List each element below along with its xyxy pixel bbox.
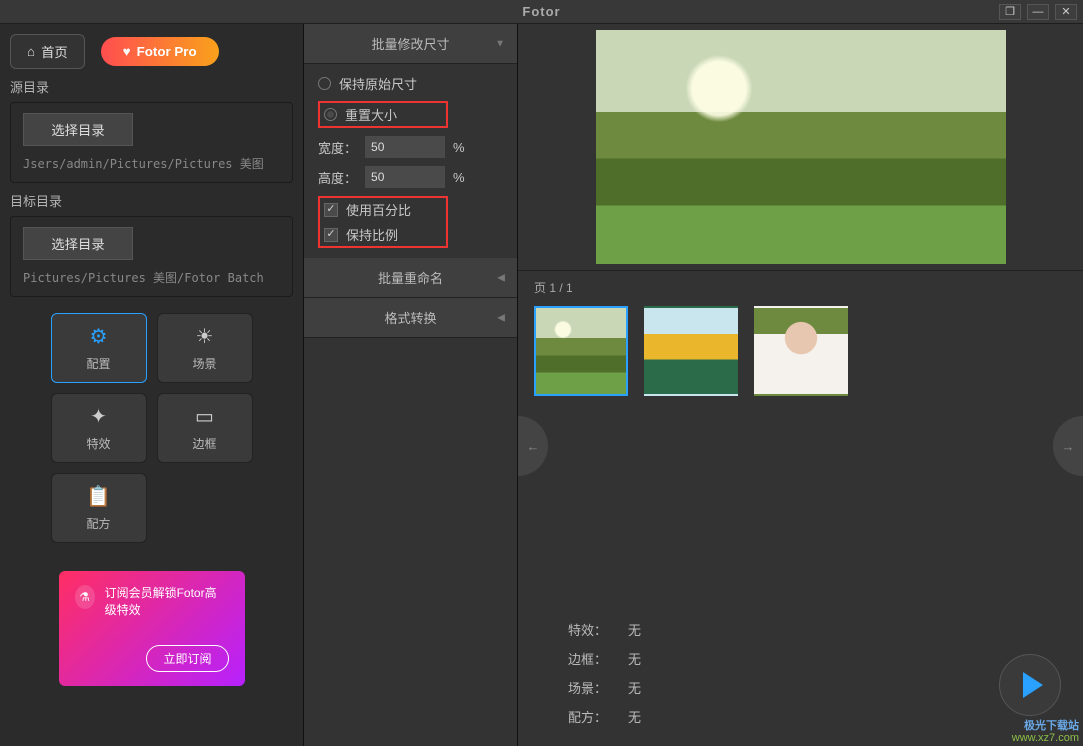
use-percent-label: 使用百分比 (346, 200, 411, 219)
checkbox-icon (324, 203, 338, 217)
play-icon (1023, 672, 1043, 698)
flask-icon: ⚗ (75, 585, 95, 609)
tool-config[interactable]: ⚙ 配置 (51, 313, 147, 383)
tool-grid: ⚙ 配置 ☀ 场景 ✦ 特效 ▭ 边框 📋 配方 (51, 313, 253, 543)
left-panel: ⌂ 首页 ♥ Fotor Pro 源目录 选择目录 目标目录 选择目录 (0, 24, 304, 746)
preview-panel: 页 1 / 1 ← → 特效： 无 边框： 无 场景： 无 配方： 无 (518, 24, 1083, 746)
tool-config-label: 配置 (86, 355, 110, 372)
source-dir-label: 源目录 (10, 77, 293, 96)
home-icon: ⌂ (27, 44, 35, 59)
width-row: 宽度： % (318, 136, 503, 158)
preview-image (596, 30, 1006, 264)
highlight-reset-size: 重置大小 (318, 101, 448, 128)
heart-icon: ♥ (123, 44, 131, 59)
format-accordion-header[interactable]: 格式转换 ◀ (304, 298, 517, 338)
summary-scene-val: 无 (628, 678, 688, 697)
frame-icon: ▭ (195, 404, 214, 429)
clipboard-icon: 📋 (86, 484, 111, 509)
source-path-field[interactable] (23, 154, 280, 172)
subscribe-button[interactable]: 立即订阅 (146, 645, 228, 672)
tool-frame-label: 边框 (192, 435, 216, 452)
tool-scene-label: 场景 (192, 355, 216, 372)
sun-icon: ☀ (196, 324, 214, 349)
run-batch-button[interactable] (999, 654, 1061, 716)
window-restore-button[interactable]: ❐ (999, 4, 1021, 20)
target-path-field[interactable] (23, 268, 280, 286)
summary-recipe-key: 配方： (568, 707, 628, 726)
target-dir-label: 目标目录 (10, 191, 293, 210)
width-label: 宽度： (318, 138, 357, 157)
checkbox-use-percent[interactable]: 使用百分比 (324, 200, 442, 219)
home-button[interactable]: ⌂ 首页 (10, 34, 85, 69)
resize-accordion-body: 保持原始尺寸 重置大小 宽度： % 高度： % 使 (304, 64, 517, 258)
arrow-right-icon: → (1062, 439, 1075, 454)
resize-header-label: 批量修改尺寸 (371, 37, 449, 52)
tool-scene[interactable]: ☀ 场景 (157, 313, 253, 383)
thumbnail-2[interactable] (644, 306, 738, 396)
chevron-down-icon: ▼ (495, 38, 505, 49)
tool-recipe-label: 配方 (86, 515, 110, 532)
rename-accordion-header[interactable]: 批量重命名 ◀ (304, 258, 517, 298)
thumbnail-1[interactable] (534, 306, 628, 396)
tool-recipe[interactable]: 📋 配方 (51, 473, 147, 543)
window-minimize-button[interactable]: ― (1027, 4, 1049, 20)
unit-label: % (453, 170, 465, 185)
arrow-left-icon: ← (527, 439, 540, 454)
settings-panel: 批量修改尺寸 ▼ 保持原始尺寸 重置大小 宽度： % 高度： (304, 24, 518, 746)
unit-label: % (453, 140, 465, 155)
highlight-checkboxes: 使用百分比 保持比例 (318, 196, 448, 248)
page-indicator: 页 1 / 1 (534, 279, 1067, 296)
app-title: Fotor (522, 4, 560, 19)
checkbox-icon (324, 228, 338, 242)
home-label: 首页 (41, 42, 68, 61)
next-page-button[interactable]: → (1053, 416, 1083, 476)
target-dir-section: 目标目录 选择目录 (10, 191, 293, 297)
width-input[interactable] (365, 136, 445, 158)
summary-frame-key: 边框： (568, 649, 628, 668)
height-label: 高度： (318, 168, 357, 187)
tool-frame[interactable]: ▭ 边框 (157, 393, 253, 463)
summary-effect-val: 无 (628, 620, 688, 639)
window-controls: ❐ ― ✕ (999, 4, 1077, 20)
promo-text: 订阅会员解锁Fotor高级特效 (105, 585, 229, 619)
chevron-left-icon: ◀ (497, 272, 505, 283)
height-row: 高度： % (318, 166, 503, 188)
reset-size-label: 重置大小 (345, 105, 397, 124)
radio-icon (324, 108, 337, 121)
prev-page-button[interactable]: ← (518, 416, 548, 476)
radio-icon (318, 77, 331, 90)
preview-area (518, 24, 1083, 270)
promo-card: ⚗ 订阅会员解锁Fotor高级特效 立即订阅 (59, 571, 245, 686)
gear-icon: ⚙ (90, 324, 108, 349)
radio-keep-original[interactable]: 保持原始尺寸 (318, 74, 503, 93)
keep-original-label: 保持原始尺寸 (339, 74, 417, 93)
summary-scene-key: 场景： (568, 678, 628, 697)
radio-reset-size[interactable]: 重置大小 (324, 105, 442, 124)
summary-recipe-val: 无 (628, 707, 688, 726)
height-input[interactable] (365, 166, 445, 188)
pro-label: Fotor Pro (137, 44, 197, 59)
chevron-left-icon: ◀ (497, 312, 505, 323)
format-header-label: 格式转换 (384, 311, 436, 326)
title-bar: Fotor ❐ ― ✕ (0, 0, 1083, 24)
thumbnail-3[interactable] (754, 306, 848, 396)
thumbnails-bar: 页 1 / 1 ← → 特效： 无 边框： 无 场景： 无 配方： 无 (518, 270, 1083, 746)
window-close-button[interactable]: ✕ (1055, 4, 1077, 20)
tool-effect[interactable]: ✦ 特效 (51, 393, 147, 463)
sparkle-icon: ✦ (90, 404, 107, 429)
summary-effect-key: 特效： (568, 620, 628, 639)
source-dir-section: 源目录 选择目录 (10, 77, 293, 183)
checkbox-keep-ratio[interactable]: 保持比例 (324, 225, 442, 244)
keep-ratio-label: 保持比例 (346, 225, 398, 244)
summary-grid: 特效： 无 边框： 无 场景： 无 配方： 无 (568, 620, 688, 726)
choose-target-button[interactable]: 选择目录 (23, 227, 133, 260)
summary-frame-val: 无 (628, 649, 688, 668)
resize-accordion-header[interactable]: 批量修改尺寸 ▼ (304, 24, 517, 64)
tool-effect-label: 特效 (86, 435, 110, 452)
choose-source-button[interactable]: 选择目录 (23, 113, 133, 146)
thumbnail-list (534, 306, 1067, 396)
fotor-pro-button[interactable]: ♥ Fotor Pro (101, 37, 219, 66)
rename-header-label: 批量重命名 (378, 271, 443, 286)
